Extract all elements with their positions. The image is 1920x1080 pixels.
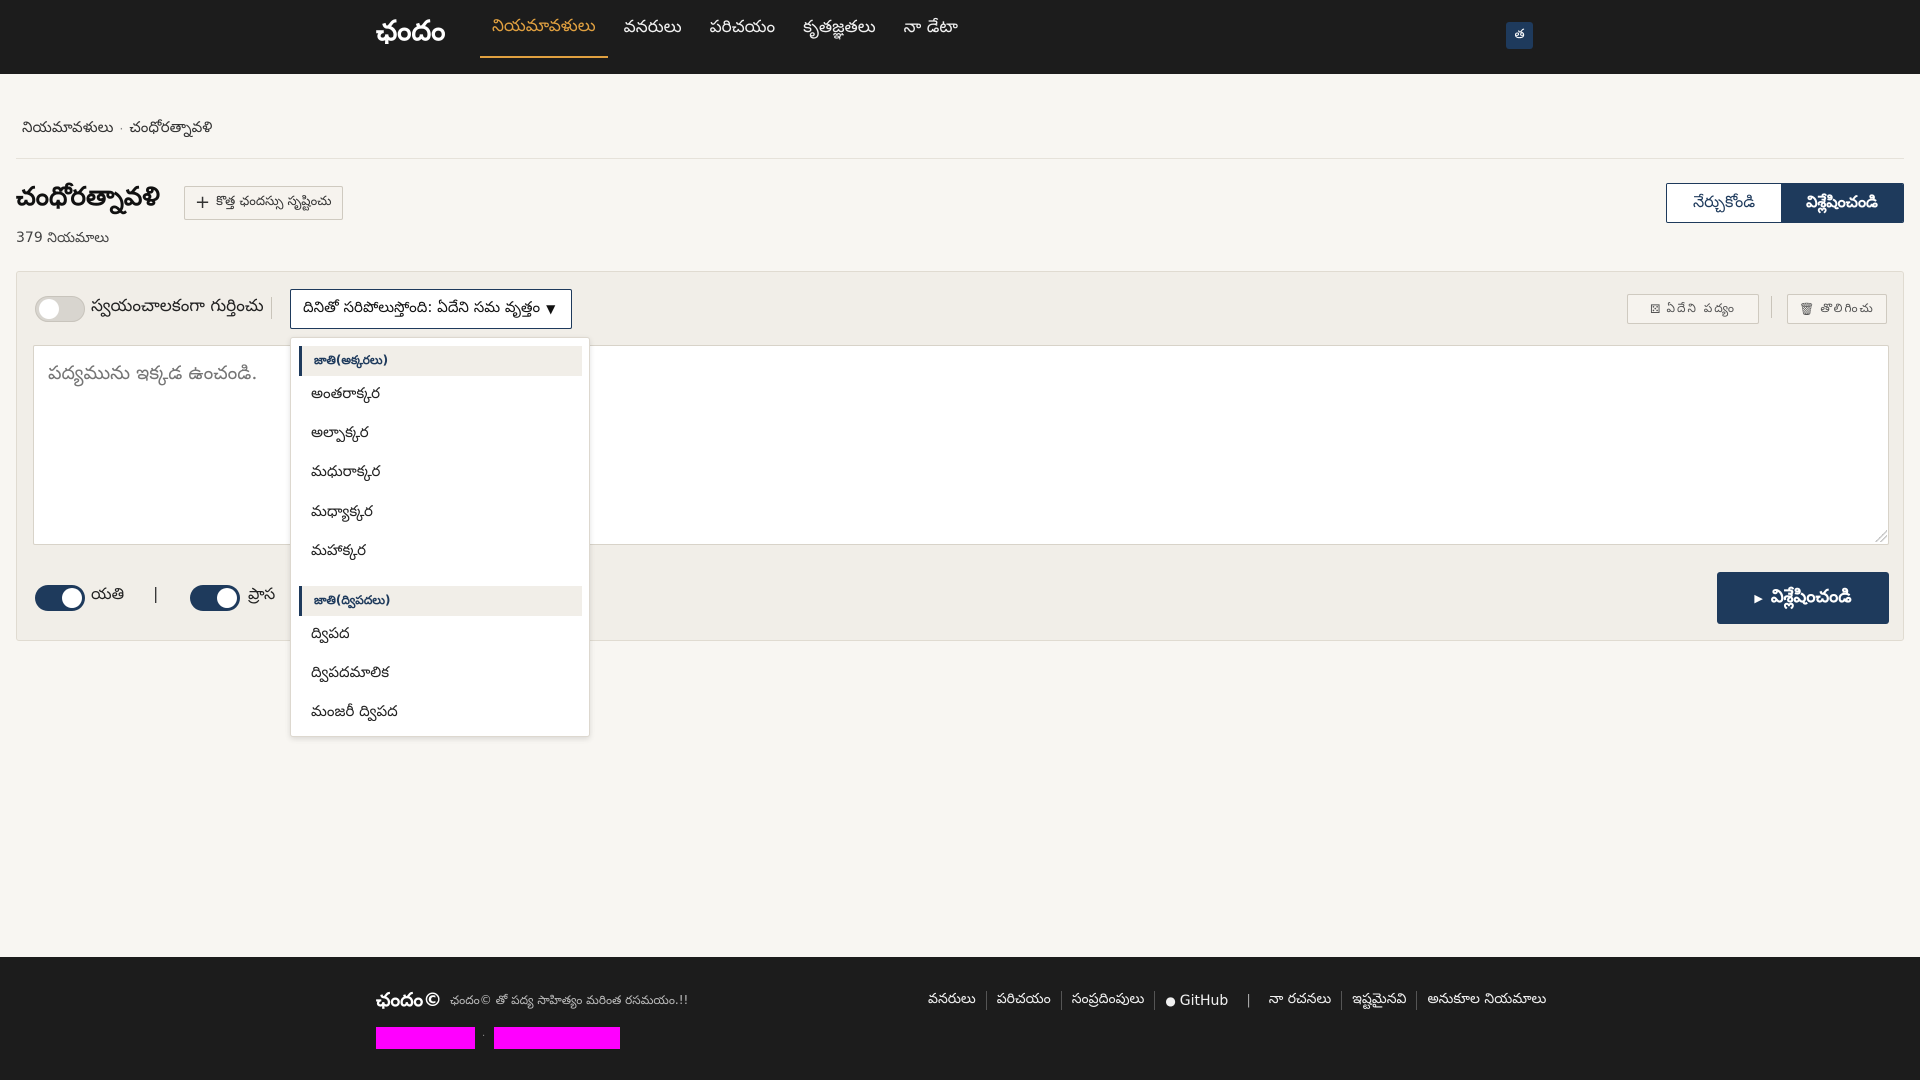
dropdown-option[interactable]: మహాక్కర xyxy=(311,541,366,563)
nav-item-about[interactable]: పరిచయం xyxy=(698,0,788,58)
dropdown-option[interactable]: మంజరీ ద్విపద xyxy=(311,702,398,724)
nav-item-credits[interactable]: కృతజ్ఞతలు xyxy=(791,0,888,58)
mode-toggle: నేర్చుకోండి విశ్లేషించండి xyxy=(1666,183,1904,223)
yati-toggle[interactable] xyxy=(35,585,85,611)
brand-logo[interactable]: ఛందం xyxy=(376,14,445,54)
caret-down-icon: ▼ xyxy=(546,302,556,316)
clear-button[interactable]: 🗑 తొలిగించు xyxy=(1787,294,1887,324)
analyse-button[interactable]: ▶ విశ్లేషించండి xyxy=(1717,572,1889,624)
dropdown-option[interactable]: ద్విపద xyxy=(311,624,350,646)
dropdown-option[interactable]: మధురాక్కర xyxy=(311,462,380,484)
language-toggle-button[interactable]: త xyxy=(1506,22,1533,49)
analyse-mode-button[interactable]: విశ్లేషించండి xyxy=(1781,184,1903,222)
random-poem-label: ఏదేని పద్యం xyxy=(1666,300,1736,315)
separator: · xyxy=(482,1031,486,1042)
redacted-block xyxy=(494,1027,620,1049)
learn-mode-button[interactable]: నేర్చుకోండి xyxy=(1667,184,1781,222)
dropdown-group-header: జాతి(అక్కరలు) xyxy=(299,346,582,376)
rule-count: 379 నియమాలు xyxy=(16,230,110,246)
dropdown-group-header: జాతి(ద్విపదలు) xyxy=(299,586,582,616)
separator: | xyxy=(153,584,159,603)
dropdown-option[interactable]: అంతరాక్కర xyxy=(311,384,380,406)
footer: ఛందం© ఛందం© తో పద్య సాహిత్యం మరింత రసమయం… xyxy=(0,957,1920,1080)
meter-dropdown-menu: జాతి(అక్కరలు) అంతరాక్కర అల్పాక్కర మధురాక… xyxy=(290,337,590,737)
footer-link-contact[interactable]: సంప్రదింపులు xyxy=(1062,991,1156,1010)
breadcrumb-current: చంధోరత్నావళి xyxy=(129,118,213,136)
breadcrumb: నియమావళులు · చంధోరత్నావళి xyxy=(22,118,212,140)
create-meter-button[interactable]: + కొత్త ఛందస్సు సృష్టించు xyxy=(184,186,343,220)
footer-link-github[interactable]: ● GitHub xyxy=(1155,993,1238,1009)
dropdown-option[interactable]: అల్పాక్కర xyxy=(311,423,369,445)
nav-item-rules[interactable]: నియమావళులు xyxy=(480,0,608,58)
footer-link-my-writings[interactable]: నా రచనలు xyxy=(1259,991,1343,1010)
separator: | xyxy=(1246,993,1251,1008)
dropdown-option[interactable]: మధ్యాక్కర xyxy=(311,502,373,524)
meter-select-value: దినితో సరిపోలుస్తోంది: ఏదేని సమ వృత్తం xyxy=(303,298,541,316)
toggle-knob xyxy=(217,588,237,608)
trash-icon: 🗑 xyxy=(1799,302,1817,316)
footer-link-favorites[interactable]: ఇష్టమైనవి xyxy=(1342,991,1418,1010)
auto-detect-label: స్వయంచాలకంగా గుర్తించు xyxy=(91,296,264,316)
github-icon: ● xyxy=(1165,993,1176,1008)
footer-link-github-label: GitHub xyxy=(1179,992,1229,1009)
random-poem-button[interactable]: ⚄ ఏదేని పద్యం xyxy=(1627,294,1759,324)
top-navbar: ఛందం నియమావళులు వనరులు పరిచయం కృతజ్ఞతలు … xyxy=(0,0,1920,74)
resize-handle[interactable] xyxy=(1875,530,1887,542)
separator xyxy=(1771,296,1772,318)
analyse-button-label: విశ్లేషించండి xyxy=(1770,585,1852,607)
separator xyxy=(271,297,272,319)
breadcrumb-separator: · xyxy=(119,122,124,136)
footer-link-about[interactable]: పరిచయం xyxy=(987,991,1062,1010)
prasa-label: ప్రాస xyxy=(248,584,276,603)
main-nav: నియమావళులు వనరులు పరిచయం కృతజ్ఞతలు నా డే… xyxy=(480,0,974,74)
page-title: చంధోరత్నావళి xyxy=(16,182,160,212)
footer-link-resources[interactable]: వనరులు xyxy=(918,991,987,1010)
footer-tagline: ఛందం© తో పద్య సాహిత్యం మరింత రసమయం.!! xyxy=(450,993,689,1007)
clear-label: తొలిగించు xyxy=(1820,300,1875,315)
toggle-knob xyxy=(62,588,82,608)
create-meter-label: కొత్త ఛందస్సు సృష్టించు xyxy=(216,194,332,209)
dropdown-option[interactable]: ద్విపదమాలిక xyxy=(311,663,389,685)
meter-select[interactable]: దినితో సరిపోలుస్తోంది: ఏదేని సమ వృత్తం ▼ xyxy=(290,289,572,329)
play-icon: ▶ xyxy=(1754,591,1763,605)
footer-brand: ఛందం© xyxy=(376,989,443,1011)
breadcrumb-root-link[interactable]: నియమావళులు xyxy=(22,118,113,140)
dice-icon: ⚄ xyxy=(1650,302,1663,316)
yati-label: యతి xyxy=(91,584,125,603)
footer-links: వనరులు పరిచయం సంప్రదింపులు ● GitHub | నా… xyxy=(918,991,1556,1010)
nav-item-my-data[interactable]: నా డేటా xyxy=(892,0,970,58)
nav-item-resources[interactable]: వనరులు xyxy=(612,0,694,58)
plus-icon: + xyxy=(195,192,211,213)
redacted-block xyxy=(376,1027,475,1049)
divider xyxy=(16,158,1904,159)
footer-link-custom-rules[interactable]: అనుకూల నియమాలు xyxy=(1417,991,1556,1010)
auto-detect-toggle[interactable] xyxy=(35,296,85,322)
toggle-knob xyxy=(39,299,59,319)
prasa-toggle[interactable] xyxy=(190,585,240,611)
